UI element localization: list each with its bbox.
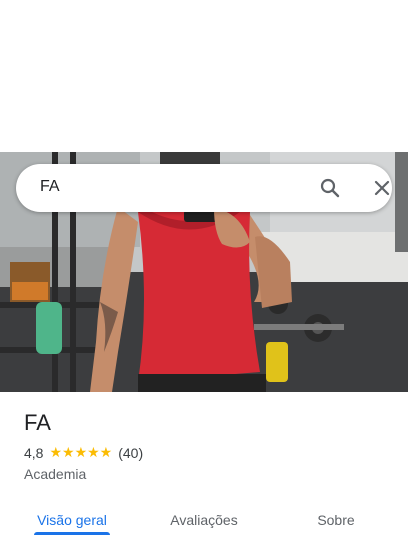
search-input[interactable]: FA [40,178,60,196]
place-info-panel: FA 4,8 ★★★★★ (40) Academia Visão geral A… [0,392,408,544]
place-category[interactable]: Academia [24,466,86,482]
rating-row[interactable]: 4,8 ★★★★★ (40) [24,444,143,461]
star-icon: ★★★★★ [49,444,113,460]
active-tab-indicator [34,532,110,535]
tab-overview[interactable]: Visão geral [20,496,124,544]
close-icon[interactable] [370,176,394,200]
review-count[interactable]: (40) [118,445,143,461]
tab-bar: Visão geral Avaliações Sobre [0,496,408,544]
tab-reviews[interactable]: Avaliações [152,496,256,544]
blank-area [0,0,408,152]
search-bar[interactable]: FA [16,164,392,212]
search-icon[interactable] [318,176,342,200]
place-title: FA [24,410,51,435]
rating-value: 4,8 [24,444,44,461]
tab-about[interactable]: Sobre [284,496,388,544]
